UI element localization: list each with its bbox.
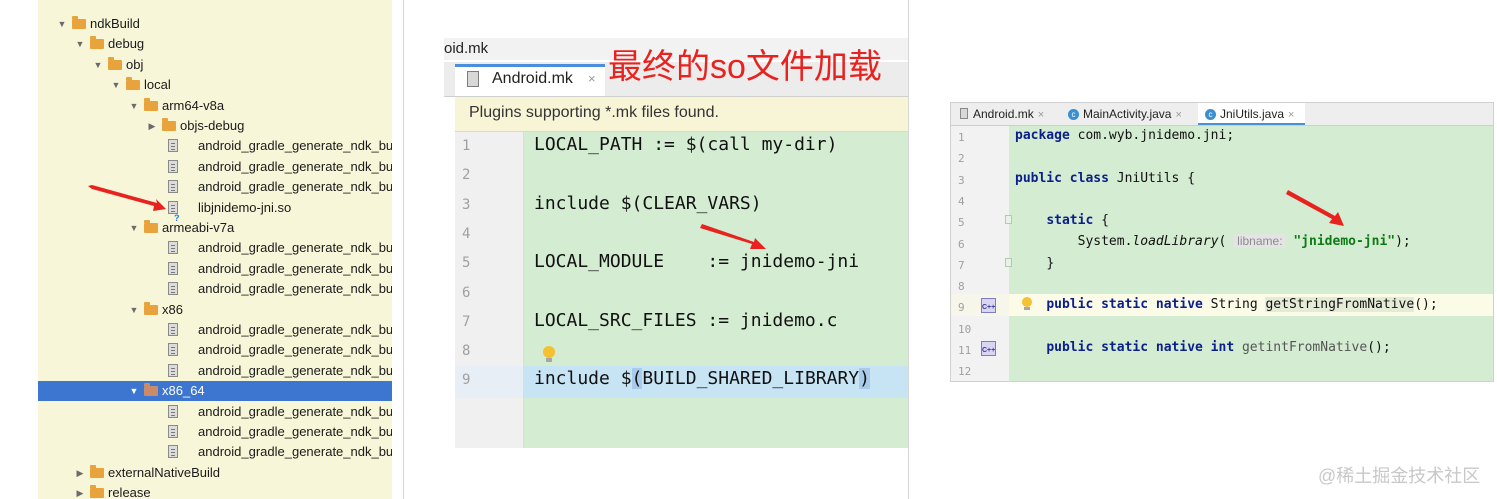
annotation-arrow [1286, 190, 1344, 226]
annotation-arrows [88, 185, 1344, 249]
watermark: @稀土掘金技术社区 [1318, 466, 1481, 486]
annotation-arrow [700, 224, 766, 249]
annotation-arrow [88, 185, 166, 211]
